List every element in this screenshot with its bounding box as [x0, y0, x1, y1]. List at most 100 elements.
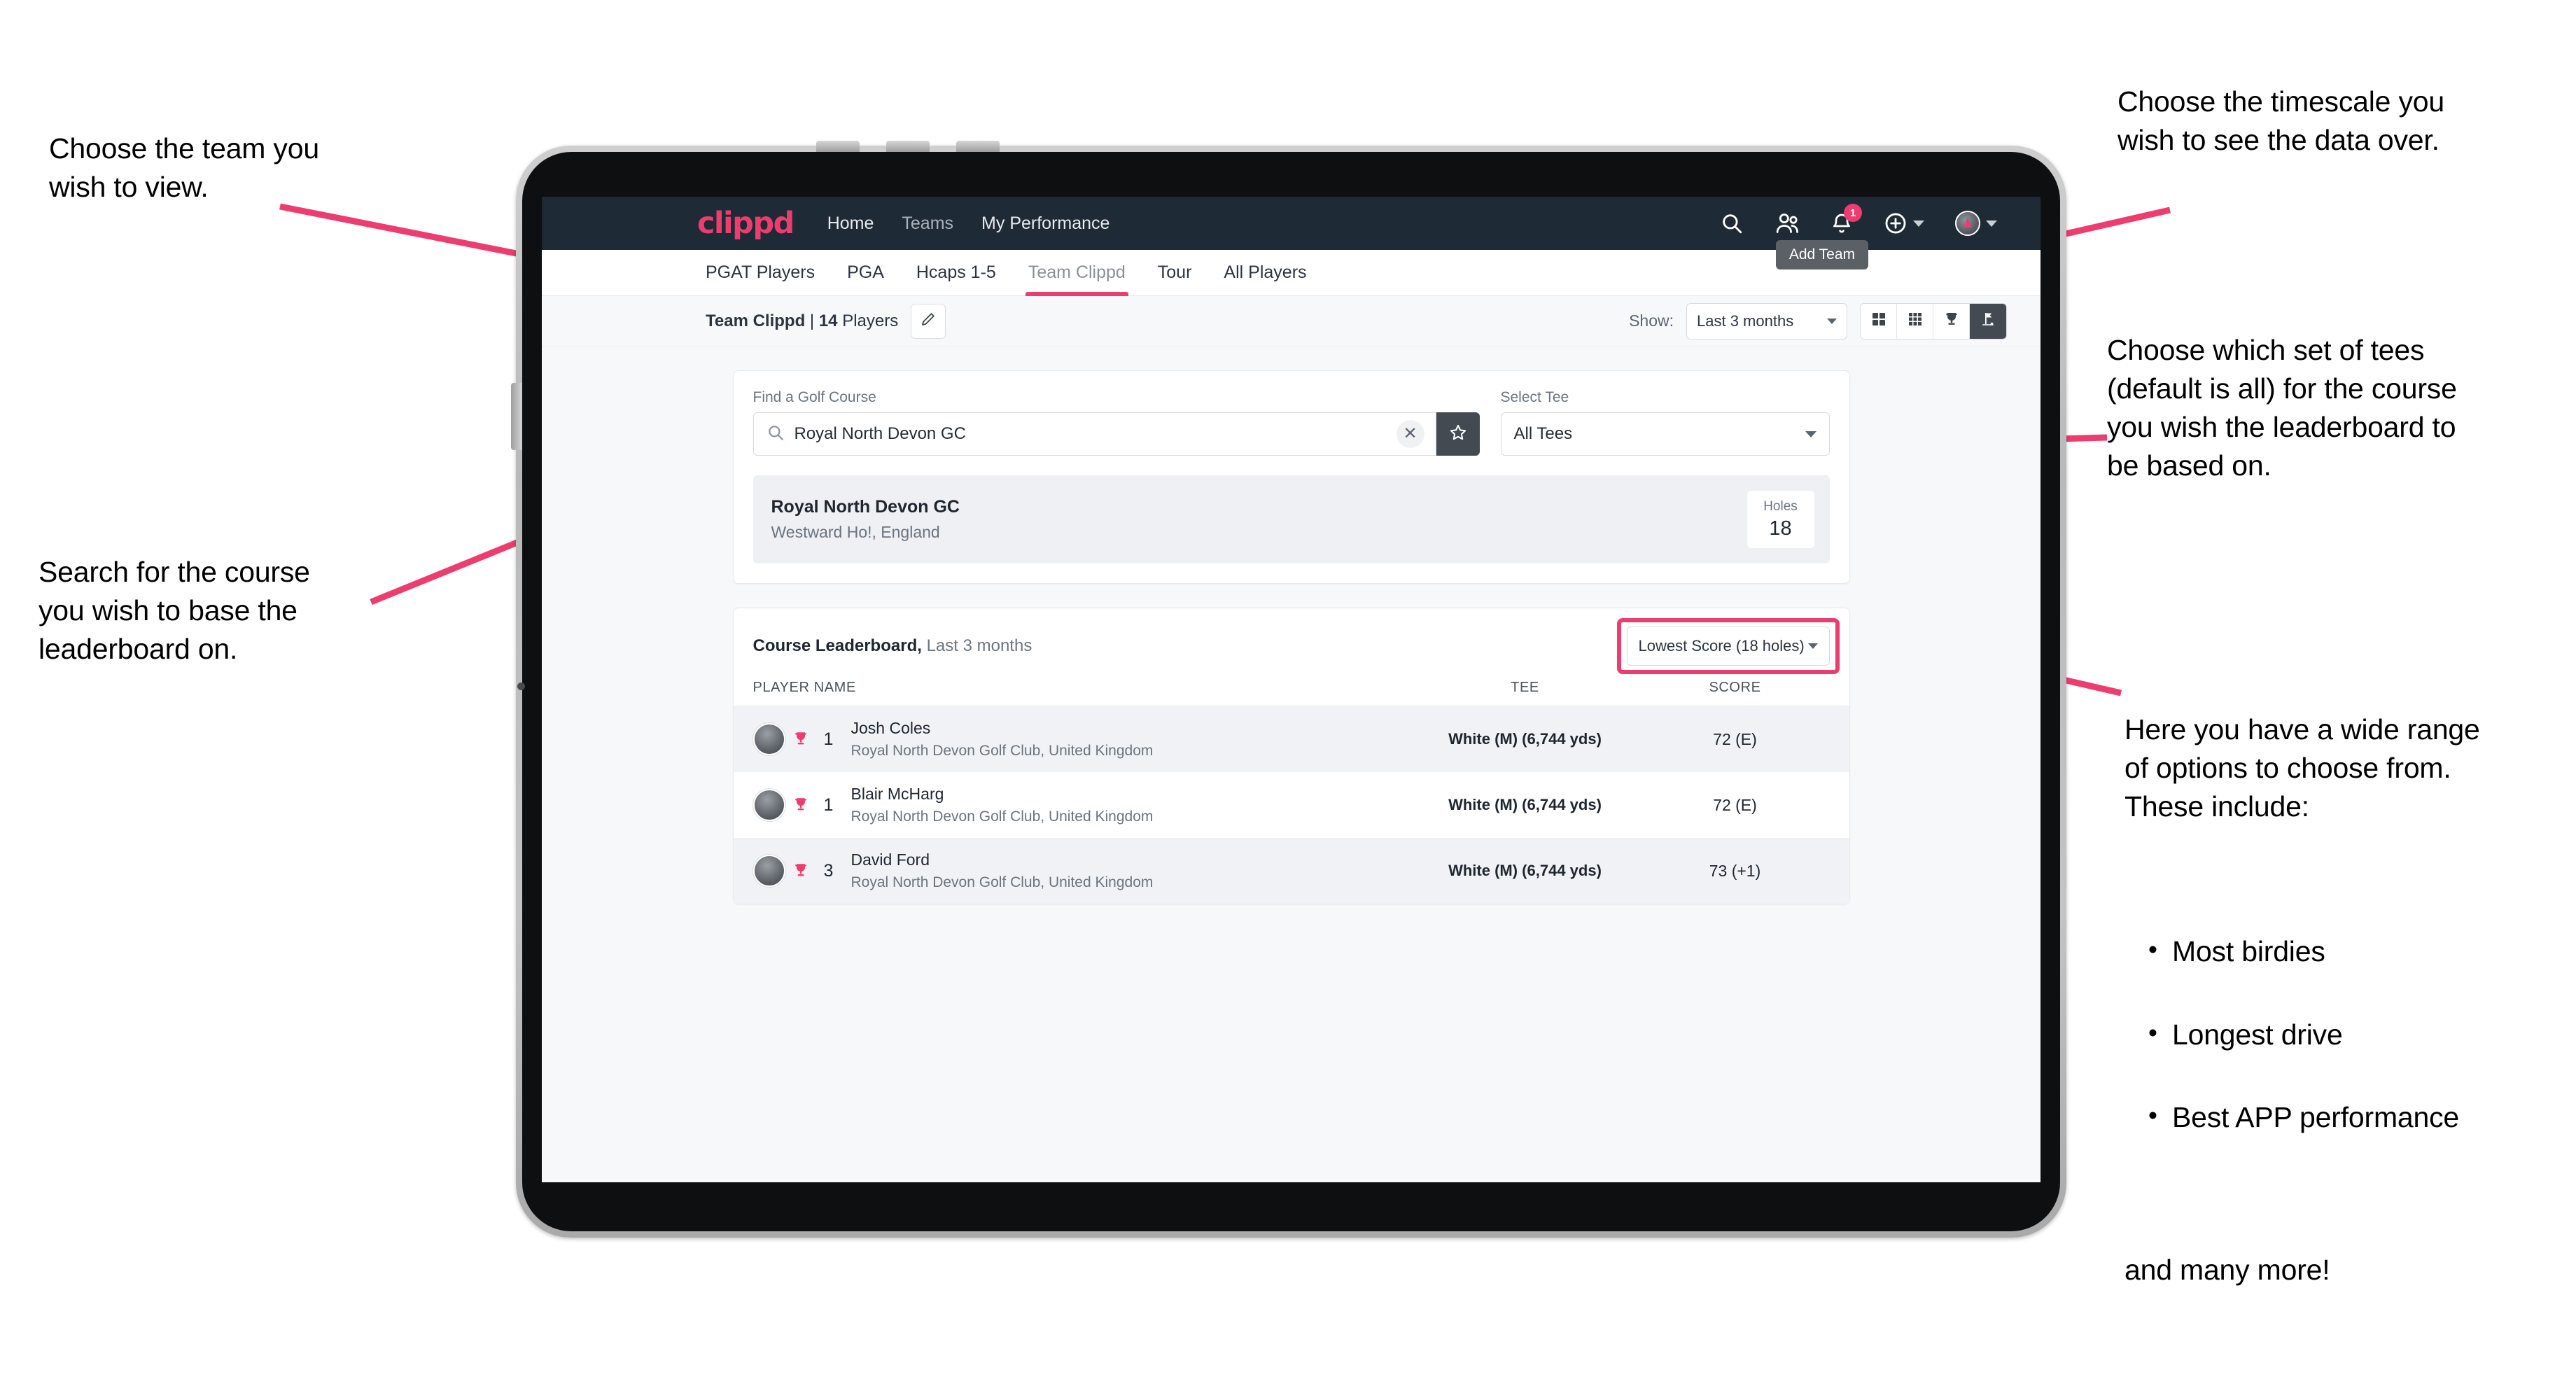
course-result-row[interactable]: Royal North Devon GC Westward Ho!, Engla…: [752, 475, 1830, 564]
team-player-count: 14: [818, 311, 838, 330]
player-name-group: David Ford Royal North Devon Golf Club, …: [851, 850, 1154, 891]
notification-badge: 1: [1844, 204, 1862, 222]
star-icon: [1448, 423, 1468, 446]
player-tee: White (M) (6,744 yds): [1448, 730, 1602, 748]
list-item: • Longest drive: [2124, 1016, 2572, 1054]
team-summary-label: Team Clippd | 14 Players: [706, 312, 898, 331]
view-mode-toggle-group: [1860, 302, 2007, 340]
annotation-mid-right: Choose which set of tees (default is all…: [2107, 334, 2457, 482]
view-mode-trophy-button[interactable]: [1933, 303, 1970, 339]
clippd-logo[interactable]: clippd: [697, 208, 794, 239]
player-name-group: Blair McHarg Royal North Devon Golf Club…: [851, 785, 1154, 825]
player-score: 72 (E): [1713, 729, 1757, 748]
edit-team-button[interactable]: [911, 303, 946, 339]
chevron-down-icon: [1807, 643, 1818, 649]
nav-link-home[interactable]: Home: [827, 214, 874, 232]
leaderboard-title-main: Course Leaderboard,: [752, 636, 922, 655]
team-toolbar: Team Clippd | 14 Players Show: Last 3 mo…: [542, 296, 2040, 346]
plus-circle-icon[interactable]: [1884, 211, 1924, 235]
course-search-fields: Find a Golf Course Royal North Devon GC …: [752, 389, 1830, 456]
top-navigation-bar: clippd Home Teams My Performance 1 ♟ Add…: [542, 197, 2040, 270]
table-row[interactable]: 3 David Ford Royal North Devon Golf Club…: [733, 838, 1849, 904]
golf-flag-icon: [1980, 311, 1996, 331]
view-mode-grid-2x2-button[interactable]: [1861, 303, 1897, 339]
team-players-word: Players: [842, 311, 899, 330]
leaderboard-title: Course Leaderboard, Last 3 months: [753, 636, 1032, 656]
tab-tour[interactable]: Tour: [1158, 250, 1192, 296]
avatar[interactable]: ♟: [1955, 211, 1997, 236]
tab-team-clippd[interactable]: Team Clippd: [1025, 250, 1128, 296]
trophy-icon: [785, 730, 816, 748]
leaderboard-title-sub: Last 3 months: [921, 636, 1032, 655]
player-club: Royal North Devon Golf Club, United King…: [850, 874, 1154, 890]
player-name: Josh Coles: [850, 719, 931, 737]
avatar: [752, 789, 785, 821]
table-row[interactable]: 1 Blair McHarg Royal North Devon Golf Cl…: [734, 772, 1849, 838]
tee-select-group: Select Tee All Tees: [1500, 389, 1830, 456]
player-name-group: Josh Coles Royal North Devon Golf Club, …: [851, 719, 1154, 760]
list-item: • Best APP performance: [2124, 1098, 2572, 1137]
trophy-icon: [785, 862, 816, 880]
course-result-name: Royal North Devon GC: [771, 497, 960, 517]
annotation-bottom-right: Here you have a wide range of options to…: [2124, 672, 2572, 1328]
tablet-screen: clippd Home Teams My Performance 1 ♟ Add…: [542, 197, 2040, 1182]
favourite-course-button[interactable]: [1436, 412, 1480, 456]
annotation-top-left: Choose the team you wish to view.: [49, 132, 319, 203]
people-icon[interactable]: [1774, 211, 1800, 235]
view-mode-grid-3x3-button[interactable]: [1897, 303, 1933, 339]
player-score: 73 (+1): [1709, 861, 1761, 880]
trophy-icon: [1943, 311, 1960, 331]
course-leaderboard-card: Course Leaderboard, Last 3 months Lowest…: [732, 608, 1850, 904]
annotation-bottom-right-intro: Here you have a wide range of options to…: [2124, 713, 2480, 822]
tab-pga[interactable]: PGA: [847, 250, 884, 296]
chevron-down-icon[interactable]: [1913, 220, 1924, 227]
team-separator: |: [805, 311, 819, 330]
volume-button-3: [956, 141, 1000, 152]
player-club: Royal North Devon Golf Club, United King…: [850, 743, 1154, 759]
list-item-label: Most birdies: [2172, 934, 2325, 967]
tab-pgat-players[interactable]: PGAT Players: [706, 250, 815, 296]
bullet-glyph: •: [2148, 934, 2157, 964]
grid-2x2-icon: [1870, 311, 1887, 331]
annotation-bottom-right-tail: and many more!: [2124, 1254, 2330, 1287]
course-holes-value: 18: [1769, 517, 1792, 540]
course-result-location: Westward Ho!, England: [771, 523, 940, 541]
tab-hcaps-1-5[interactable]: Hcaps 1-5: [916, 250, 996, 296]
side-port-dot: [517, 682, 525, 690]
tee-select[interactable]: All Tees: [1500, 412, 1830, 456]
leaderboard-metric-wrapper: Lowest Score (18 holes): [1616, 618, 1840, 674]
team-name: Team Clippd: [706, 311, 806, 330]
search-icon[interactable]: [1720, 211, 1744, 235]
trophy-icon: [785, 796, 816, 814]
nav-right-icons: 1 ♟: [1720, 204, 2004, 236]
tee-select-value: All Tees: [1513, 424, 1573, 443]
tee-select-label: Select Tee: [1500, 389, 1569, 405]
search-icon: [766, 424, 785, 445]
volume-button-1: [816, 141, 860, 152]
tablet-bezel: clippd Home Teams My Performance 1 ♟ Add…: [511, 141, 2060, 1231]
bell-icon[interactable]: 1: [1830, 204, 1862, 235]
chevron-down-icon: [1805, 430, 1816, 438]
course-search-input[interactable]: Royal North Devon GC ✕: [752, 412, 1436, 456]
avatar: [752, 855, 785, 887]
player-club: Royal North Devon Golf Club, United King…: [850, 808, 1154, 825]
nav-link-my-performance[interactable]: My Performance: [981, 214, 1110, 232]
avatar: [752, 723, 785, 755]
tab-all-players[interactable]: All Players: [1224, 250, 1306, 296]
chevron-down-icon[interactable]: [1986, 220, 1997, 227]
player-name: David Ford: [850, 850, 930, 869]
column-header-player-name: PLAYER NAME: [752, 680, 856, 695]
tablet-device-frame: clippd Home Teams My Performance 1 ♟ Add…: [511, 141, 2066, 1238]
timescale-value: Last 3 months: [1697, 312, 1794, 330]
timescale-select[interactable]: Last 3 months: [1686, 302, 1847, 340]
course-search-body: Find a Golf Course Royal North Devon GC …: [734, 371, 1849, 583]
leaderboard-metric-select[interactable]: Lowest Score (18 holes): [1626, 626, 1830, 666]
player-cell: 1 Josh Coles Royal North Devon Golf Club…: [752, 719, 1410, 760]
list-item: • Most birdies: [2124, 932, 2572, 971]
nav-link-teams[interactable]: Teams: [902, 214, 953, 232]
leaderboard-metric-value: Lowest Score (18 holes): [1638, 637, 1805, 654]
view-mode-golf-flag-button[interactable]: [1970, 303, 2006, 339]
clear-search-icon[interactable]: ✕: [1396, 420, 1424, 448]
table-row[interactable]: 1 Josh Coles Royal North Devon Golf Club…: [733, 706, 1849, 772]
player-rank: 1: [823, 729, 834, 749]
